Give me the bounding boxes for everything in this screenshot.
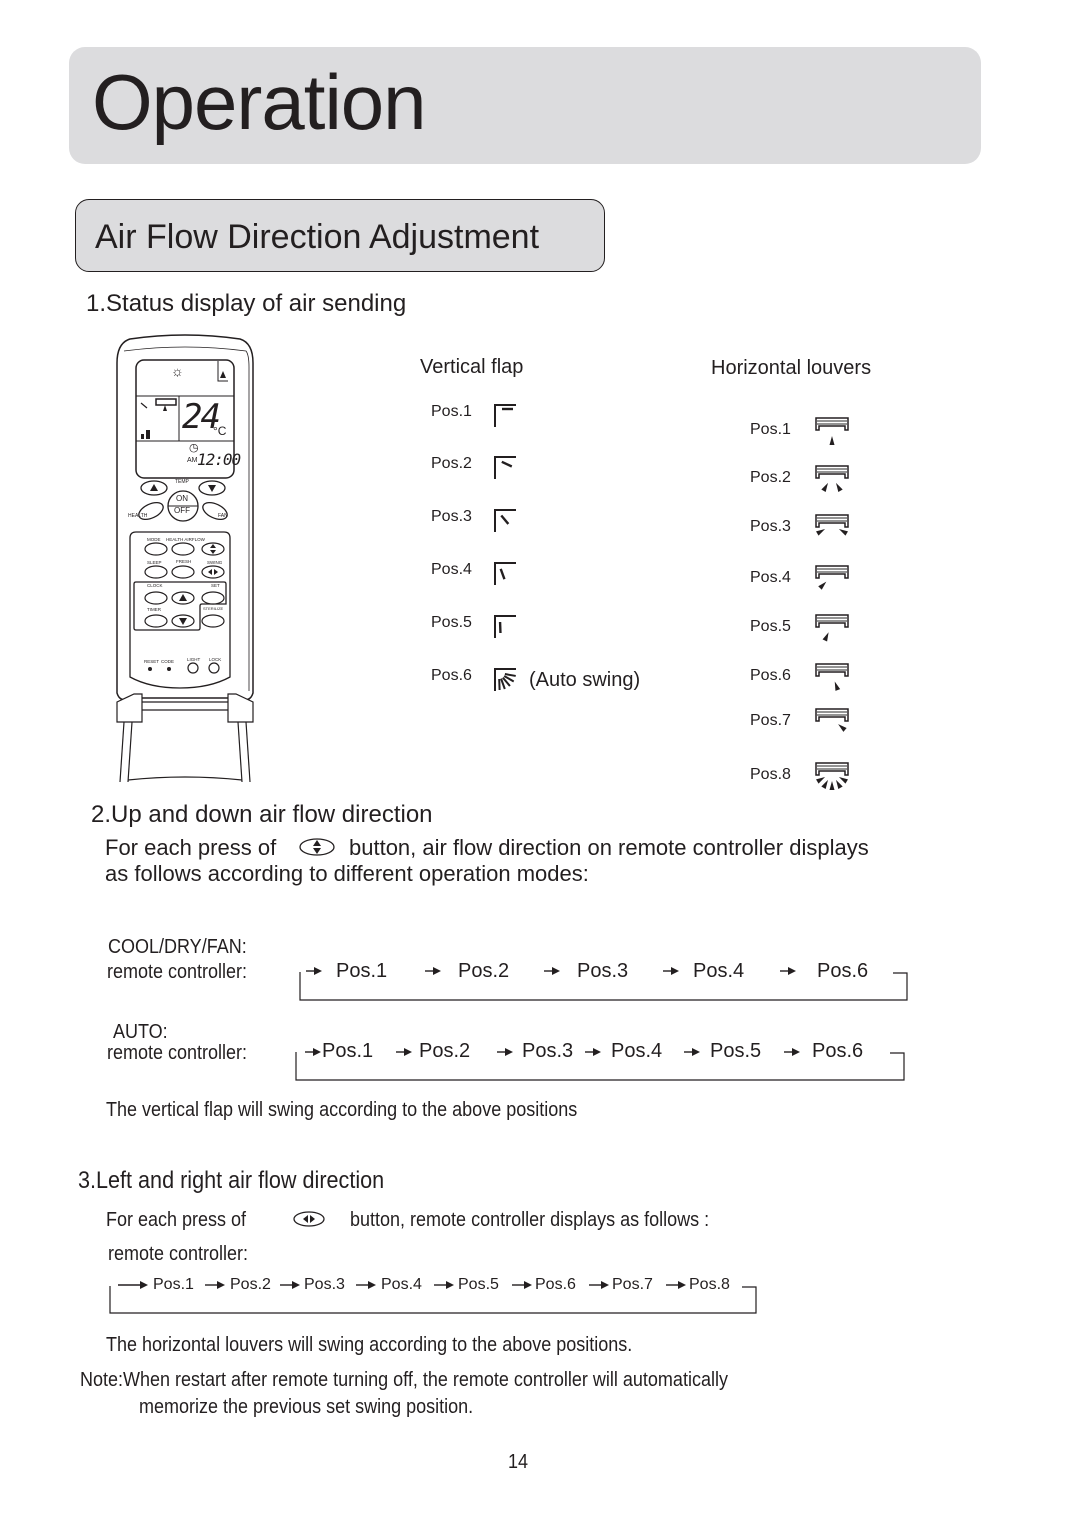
reset-button[interactable]: RESET xyxy=(144,659,159,664)
mode-cool-remote-label: remote controller: xyxy=(107,961,248,983)
health-airflow-button[interactable]: HEALTH AIRFLOW xyxy=(166,537,205,542)
louver-pos5-icon xyxy=(815,614,849,642)
sterilize-button[interactable]: STERILIZE xyxy=(203,606,223,611)
part2-intro-line2: as follows according to different operat… xyxy=(105,861,589,886)
flap-pos3-icon xyxy=(494,509,516,532)
light-button[interactable]: LIGHT xyxy=(187,657,200,662)
lock-button[interactable]: LOCK xyxy=(209,657,221,662)
part2-heading: 2.Up and down air flow direction xyxy=(91,801,433,828)
swing-status-icon xyxy=(140,398,177,439)
flap-pos4-icon xyxy=(494,562,516,585)
part3-footer: The horizontal louvers will swing accord… xyxy=(106,1334,633,1356)
set-button[interactable]: SET xyxy=(211,583,220,588)
temp-label: TEMP xyxy=(175,479,189,485)
vertical-flap-pos-label: Pos.1 xyxy=(431,403,472,420)
part3-heading: 3.Left and right air flow direction xyxy=(78,1167,385,1194)
part2-intro-after: button, air flow direction on remote con… xyxy=(349,835,869,860)
louver-pos6-icon xyxy=(815,663,849,691)
louver-pos3-icon xyxy=(815,514,849,536)
code-button[interactable]: CODE xyxy=(161,659,174,664)
note-line1: Note:When restart after remote turning o… xyxy=(80,1369,728,1391)
horizontal-louver-pos-label: Pos.6 xyxy=(750,667,791,684)
fan-button[interactable]: FAN xyxy=(218,513,228,519)
louver-pos7-icon xyxy=(815,708,849,732)
vertical-flap-pos-label: Pos.3 xyxy=(431,508,472,525)
flap-auto-swing-icon xyxy=(494,668,516,691)
part1-heading: 1.Status display of air sending xyxy=(86,290,407,317)
sleep-button[interactable]: SLEEP xyxy=(147,560,162,565)
clock-button[interactable]: CLOCK xyxy=(147,583,163,588)
auto-loop-line xyxy=(295,1052,905,1081)
flap-pos5-icon xyxy=(494,615,516,638)
horizontal-louvers-title: Horizontal louvers xyxy=(711,357,872,379)
flap-pos2-icon xyxy=(494,456,516,479)
part2-footer: The vertical flap will swing according t… xyxy=(106,1099,578,1121)
lcd-time-prefix: AM xyxy=(187,457,198,464)
part2-intro-before: For each press of xyxy=(105,835,277,860)
swing-button[interactable]: SWING xyxy=(207,560,222,565)
on-button[interactable]: ON xyxy=(176,495,188,503)
note-line2: memorize the previous set swing position… xyxy=(139,1396,474,1418)
part3-intro-after: button, remote controller displays as fo… xyxy=(350,1209,710,1231)
fresh-button[interactable]: FRESH xyxy=(176,559,191,564)
left-right-loop-line xyxy=(109,1286,757,1314)
mode-button[interactable]: MODE xyxy=(147,537,161,542)
auto-swing-note: (Auto swing) xyxy=(529,669,641,691)
remote-holder-icon xyxy=(116,693,254,783)
part3-intro-before: For each press of xyxy=(106,1209,247,1231)
person-icon xyxy=(217,361,228,382)
louver-pos8-icon xyxy=(815,762,849,790)
vertical-flap-pos-label: Pos.2 xyxy=(431,455,472,472)
horizontal-louver-pos-label: Pos.1 xyxy=(750,421,791,438)
louver-pos1-icon xyxy=(815,417,849,445)
mode-cool-dry-fan-label: COOL/DRY/FAN: xyxy=(108,936,247,958)
page-number: 14 xyxy=(508,1451,529,1473)
lower-button-panel xyxy=(129,531,231,689)
vertical-flap-pos-label: Pos.5 xyxy=(431,614,472,631)
timer-button[interactable]: TIMER xyxy=(147,607,161,612)
louver-pos2-icon xyxy=(815,465,849,492)
health-button[interactable]: HEALTH xyxy=(128,513,147,519)
sun-icon: ☼ xyxy=(171,363,184,379)
horizontal-louver-pos-label: Pos.8 xyxy=(750,766,791,783)
leftright-swing-button-icon xyxy=(293,1211,325,1227)
horizontal-louver-pos-label: Pos.4 xyxy=(750,569,791,586)
section-title: Air Flow Direction Adjustment xyxy=(95,218,540,256)
mode-auto-remote-label: remote controller: xyxy=(107,1042,248,1064)
part3-remote-label: remote controller: xyxy=(108,1243,249,1265)
horizontal-louver-pos-label: Pos.3 xyxy=(750,518,791,535)
louver-pos4-icon xyxy=(815,565,849,590)
off-button[interactable]: OFF xyxy=(174,507,190,515)
flap-pos1-icon xyxy=(494,404,516,427)
lcd-unit: °C xyxy=(213,424,227,438)
vertical-flap-pos-label: Pos.4 xyxy=(431,561,472,578)
vertical-flap-pos-label: Pos.6 xyxy=(431,667,472,684)
vertical-flap-title: Vertical flap xyxy=(420,356,524,378)
updown-swing-button-icon xyxy=(299,838,335,856)
horizontal-louver-pos-label: Pos.2 xyxy=(750,469,791,486)
lcd-time: 12:00 xyxy=(197,450,241,469)
horizontal-louver-pos-label: Pos.5 xyxy=(750,618,791,635)
horizontal-louver-pos-label: Pos.7 xyxy=(750,712,791,729)
page-title: Operation xyxy=(92,58,427,146)
cool-loop-line xyxy=(299,972,908,1001)
